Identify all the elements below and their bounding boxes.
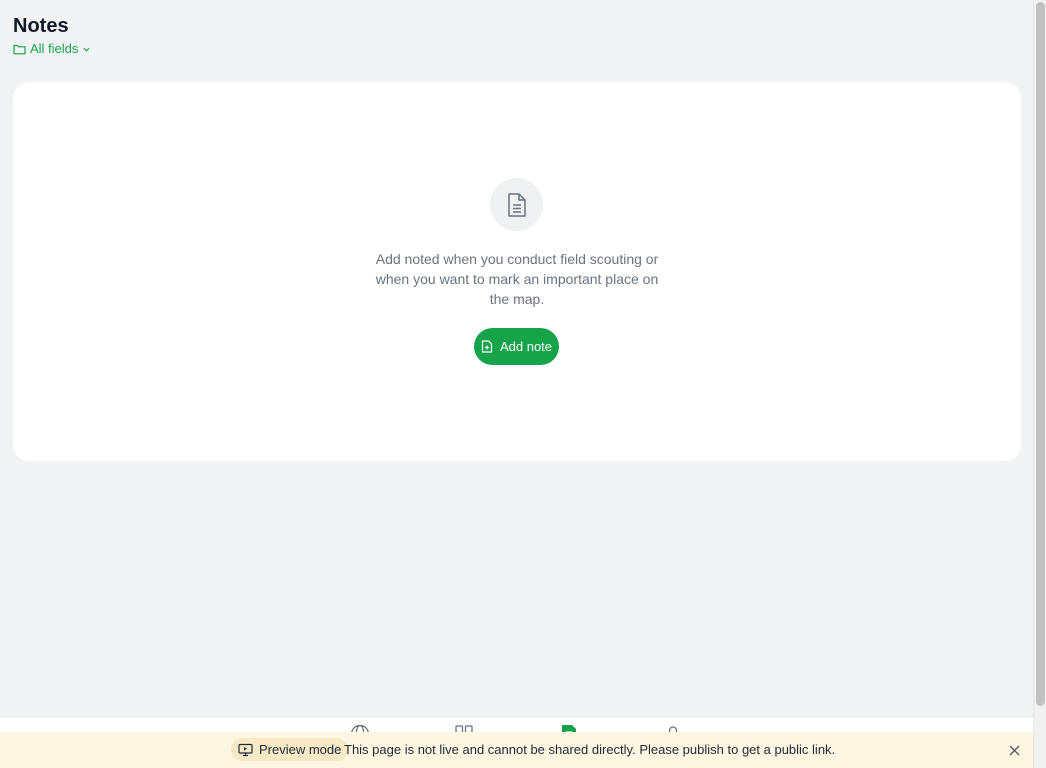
notes-empty-card: Add noted when you conduct field scoutin… bbox=[13, 82, 1021, 461]
user-icon bbox=[668, 726, 678, 732]
field-filter-dropdown[interactable]: All fields bbox=[13, 40, 91, 58]
nav-item-profile[interactable] bbox=[662, 724, 684, 732]
scrollbar-thumb[interactable] bbox=[1036, 2, 1045, 706]
folder-icon bbox=[13, 44, 26, 55]
document-icon bbox=[507, 192, 526, 217]
app-page: Notes All fields Add noted when you cond… bbox=[0, 0, 1046, 768]
globe-icon bbox=[351, 724, 369, 732]
add-note-label: Add note bbox=[499, 339, 553, 354]
page-title: Notes bbox=[13, 15, 69, 37]
vertical-scrollbar[interactable] bbox=[1033, 0, 1046, 768]
nav-item-fields[interactable] bbox=[453, 724, 475, 732]
empty-state-message: Add noted when you conduct field scoutin… bbox=[375, 251, 659, 307]
nav-item-notes[interactable] bbox=[558, 724, 580, 732]
empty-state-icon-circle bbox=[490, 178, 543, 231]
banner-close-button[interactable] bbox=[1006, 742, 1022, 758]
nav-item-map[interactable] bbox=[349, 724, 371, 732]
monitor-icon bbox=[238, 743, 253, 756]
page-header: Notes All fields bbox=[13, 14, 91, 58]
note-icon bbox=[562, 725, 576, 732]
preview-mode-label: Preview mode bbox=[259, 742, 342, 757]
grid-icon bbox=[455, 725, 473, 732]
add-note-button[interactable]: Add note bbox=[474, 328, 559, 365]
preview-banner: Preview mode This page is not live and c… bbox=[0, 732, 1033, 768]
preview-mode-badge: Preview mode bbox=[231, 738, 349, 761]
close-icon bbox=[1009, 745, 1019, 755]
main-content: Notes All fields Add noted when you cond… bbox=[0, 0, 1033, 768]
field-filter-label: All fields bbox=[30, 41, 79, 56]
add-document-icon bbox=[481, 340, 493, 353]
bottom-navigation bbox=[0, 716, 1033, 732]
banner-message: This page is not live and cannot be shar… bbox=[344, 742, 836, 757]
chevron-down-icon bbox=[84, 47, 90, 52]
